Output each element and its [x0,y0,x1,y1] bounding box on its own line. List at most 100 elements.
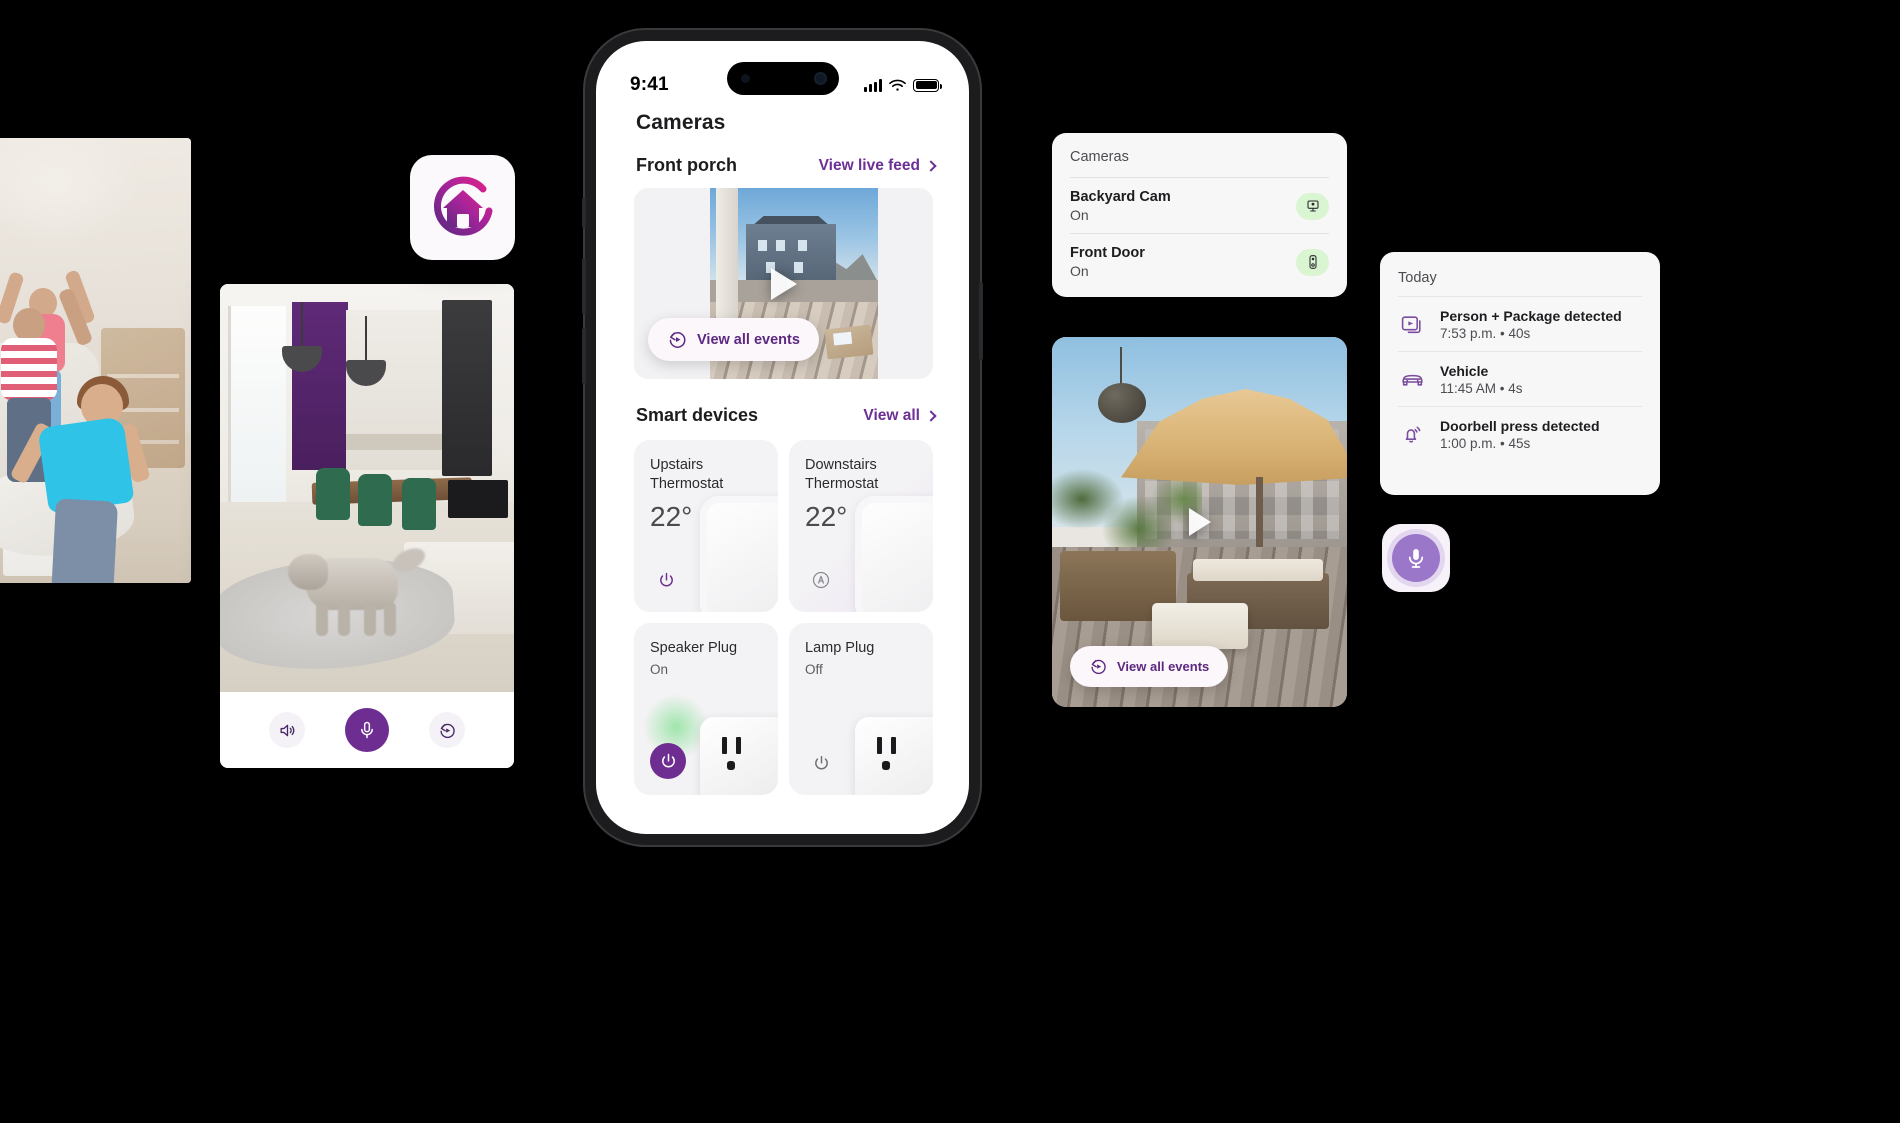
event-row-person-package[interactable]: Person + Package detected 7:53 p.m. • 40… [1398,296,1642,351]
device-state: On [650,662,669,678]
patio-view-all-events-button[interactable]: View all events [1070,646,1229,687]
cameras-widget-title: Cameras [1070,149,1129,165]
cameras-widget: Cameras Backyard Cam On Front Door On [1052,133,1347,297]
camera-row-text: Front Door On [1070,245,1145,279]
living-room-camera-card[interactable] [220,284,514,768]
living-room-video-feed[interactable] [220,284,514,692]
device-card-speaker-plug[interactable]: Speaker Plug On [634,623,778,795]
event-icon-wrap [1398,366,1426,394]
phone-mockup: 9:41 Cameras Front porch View live feed … [582,30,983,845]
wifi-icon [889,79,906,91]
event-text: Vehicle 11:45 AM • 4s [1440,363,1523,396]
event-text: Doorbell press detected 1:00 p.m. • 45s [1440,418,1600,451]
cellular-bars-icon [864,78,882,92]
phone-volume-down[interactable] [582,328,586,384]
photo-child-front [9,376,151,583]
event-title: Person + Package detected [1440,308,1622,324]
smart-devices-header: Smart devices View all [596,379,969,426]
camera-controls-bar [220,692,514,768]
smart-plug-image [700,717,778,795]
camera-status-badge[interactable] [1296,248,1329,276]
vehicle-icon [1401,374,1423,386]
view-all-events-button[interactable]: View all events [648,318,819,361]
view-all-devices-link[interactable]: View all [863,406,937,425]
event-icon-wrap [1398,311,1426,339]
home-plus-app-icon[interactable] [410,155,515,260]
auto-icon [812,571,830,589]
home-plus-icon [433,176,494,236]
events-widget-title: Today [1398,270,1437,286]
device-card-upstairs-thermostat[interactable]: Upstairs Thermostat 22° [634,440,778,612]
speaker-button[interactable] [269,712,305,748]
view-all-label: View all [863,406,920,424]
device-name: Lamp Plug [805,640,875,656]
event-icon-wrap [1398,421,1426,449]
event-meta: 7:53 p.m. • 40s [1440,326,1531,341]
phone-power-button[interactable] [979,282,983,360]
speaker-icon [279,724,294,736]
chevron-right-icon [925,159,937,172]
front-porch-header: Front porch View live feed [596,135,969,176]
smart-plug-image [855,717,933,795]
event-row-doorbell[interactable]: Doorbell press detected 1:00 p.m. • 45s [1398,406,1642,461]
view-live-feed-link[interactable]: View live feed [818,156,937,175]
status-icons [864,78,942,92]
chevron-right-icon [925,409,937,422]
doorbell-ring-icon [1405,426,1420,443]
patio-camera-card[interactable]: View all events [1052,337,1347,707]
device-power-button[interactable] [805,747,837,779]
voice-assistant-inner [1392,534,1440,582]
camera-row-front-door[interactable]: Front Door On [1070,233,1329,289]
device-power-button[interactable] [650,743,686,779]
dog-in-frame [288,542,429,636]
device-name: Upstairs Thermostat [650,457,724,493]
camera-row-name: Front Door [1070,245,1145,261]
video-clip-icon [1401,316,1421,334]
smart-devices-grid: Upstairs Thermostat 22° Downstairs Therm… [634,440,933,795]
event-text: Person + Package detected 7:53 p.m. • 40… [1440,308,1622,341]
camera-row-backyard[interactable]: Backyard Cam On [1070,177,1329,233]
rewind-events-icon [439,723,455,738]
thermostat-image [700,496,778,612]
history-button[interactable] [429,712,465,748]
power-icon [661,753,675,768]
dynamic-island [726,62,839,95]
device-card-downstairs-thermostat[interactable]: Downstairs Thermostat 22° [789,440,933,612]
doorbell-icon [1308,255,1317,269]
event-meta: 11:45 AM • 4s [1440,381,1523,396]
camera-row-state: On [1070,263,1089,279]
security-camera-icon [1306,200,1319,212]
camera-row-name: Backyard Cam [1070,189,1171,205]
event-row-vehicle[interactable]: Vehicle 11:45 AM • 4s [1398,351,1642,406]
power-icon [659,572,673,586]
play-icon[interactable] [1188,508,1211,536]
view-all-events-label: View all events [697,331,800,348]
phone-screen: 9:41 Cameras Front porch View live feed … [596,41,969,834]
today-events-widget: Today Person + Package detected 7:53 p.m… [1380,252,1660,495]
device-state: Off [805,662,823,678]
rewind-events-icon [1091,659,1106,675]
device-card-lamp-plug[interactable]: Lamp Plug Off [789,623,933,795]
hanging-plant [1096,347,1148,427]
view-live-feed-label: View live feed [818,156,920,174]
talk-button[interactable] [345,708,389,752]
camera-name: Front porch [636,155,737,175]
thermostat-image [855,496,933,612]
battery-icon [913,78,942,92]
camera-status-badge[interactable] [1296,192,1329,220]
phone-volume-up[interactable] [582,258,586,314]
front-porch-feed[interactable]: View all events [634,188,933,379]
device-power-button[interactable] [650,564,682,596]
screenshot-stage: 9:41 Cameras Front porch View live feed … [0,0,1900,1123]
play-icon[interactable] [770,267,797,300]
microphone-icon [361,721,373,739]
device-auto-button[interactable] [805,564,837,596]
kids-playing-photo [0,138,191,583]
patio-view-all-events-label: View all events [1117,659,1210,674]
page-title: Cameras [636,111,726,134]
microphone-icon [1408,549,1424,568]
smart-devices-title: Smart devices [636,405,759,425]
voice-assistant-button[interactable] [1382,524,1450,592]
phone-mute-switch[interactable] [582,198,586,228]
device-name: Downstairs Thermostat [805,457,879,493]
